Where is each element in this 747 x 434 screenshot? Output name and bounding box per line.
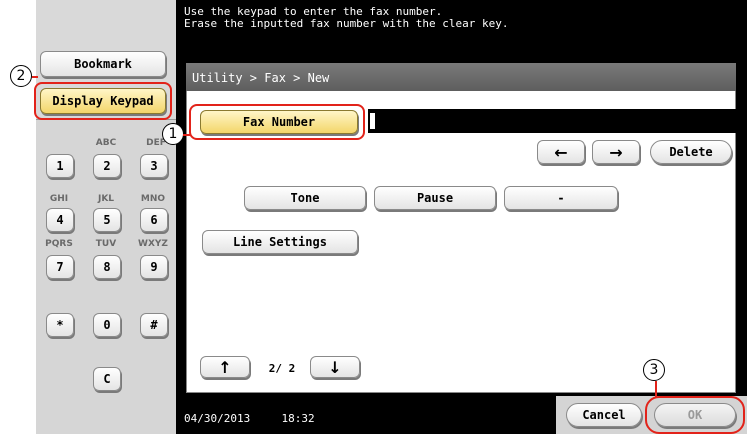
dash-button[interactable]: - xyxy=(504,186,618,210)
left-arrow-icon: ← xyxy=(554,142,568,162)
breadcrumb: Utility > Fax > New xyxy=(186,63,736,91)
key-8-letters: TUV xyxy=(95,239,117,249)
key-4-letters: GHI xyxy=(49,194,69,204)
callout-1-connector xyxy=(183,134,191,136)
page-down-button[interactable]: ↓ xyxy=(310,356,360,378)
key-6[interactable]: 6 xyxy=(140,208,168,232)
page-indicator: 2/ 2 xyxy=(254,359,310,377)
cancel-button[interactable]: Cancel xyxy=(566,403,642,427)
key-7[interactable]: 7 xyxy=(46,255,74,279)
text-cursor xyxy=(370,113,375,129)
callout-2: 2 xyxy=(10,65,32,87)
cursor-right-button[interactable]: → xyxy=(592,140,640,164)
status-bar: 04/30/2013 18:32 xyxy=(176,400,556,434)
key-2-letters: ABC xyxy=(95,138,117,148)
callout-2-connector xyxy=(32,76,38,78)
tone-button[interactable]: Tone xyxy=(244,186,366,210)
key-hash[interactable]: # xyxy=(140,313,168,337)
key-0[interactable]: 0 xyxy=(93,313,121,337)
status-time: 18:32 xyxy=(281,412,315,425)
callout-highlight-display-keypad xyxy=(34,82,172,120)
cursor-left-button[interactable]: ← xyxy=(537,140,585,164)
pause-button[interactable]: Pause xyxy=(374,186,496,210)
key-2[interactable]: 2 xyxy=(93,154,121,178)
callout-highlight-ok xyxy=(645,396,745,434)
key-1[interactable]: 1 xyxy=(46,154,74,178)
key-3[interactable]: 3 xyxy=(140,154,168,178)
down-arrow-icon: ↓ xyxy=(328,357,342,377)
up-arrow-icon: ↑ xyxy=(218,357,232,377)
callout-highlight-fax-number xyxy=(189,104,365,140)
key-6-letters: MNO xyxy=(140,194,166,204)
line-settings-button[interactable]: Line Settings xyxy=(202,230,358,254)
key-9-letters: WXYZ xyxy=(138,239,168,249)
delete-button[interactable]: Delete xyxy=(650,140,732,164)
key-5[interactable]: 5 xyxy=(93,208,121,232)
key-9[interactable]: 9 xyxy=(140,255,168,279)
key-asterisk[interactable]: * xyxy=(46,313,74,337)
key-4[interactable]: 4 xyxy=(46,208,74,232)
status-date: 04/30/2013 xyxy=(184,412,251,425)
page-up-button[interactable]: ↑ xyxy=(200,356,250,378)
clear-key[interactable]: C xyxy=(93,367,121,391)
right-arrow-icon: → xyxy=(609,142,623,162)
key-5-letters: JKL xyxy=(97,194,115,204)
callout-1: 1 xyxy=(162,123,184,145)
fax-number-field[interactable] xyxy=(368,109,736,133)
callout-3-connector xyxy=(655,381,657,397)
key-7-letters: PQRS xyxy=(45,239,73,249)
callout-3: 3 xyxy=(643,359,665,381)
instruction-bar: Use the keypad to enter the fax number. … xyxy=(176,0,747,50)
bookmark-button[interactable]: Bookmark xyxy=(40,51,166,77)
instruction-line-2: Erase the inputted fax number with the c… xyxy=(184,17,509,30)
key-8[interactable]: 8 xyxy=(93,255,121,279)
